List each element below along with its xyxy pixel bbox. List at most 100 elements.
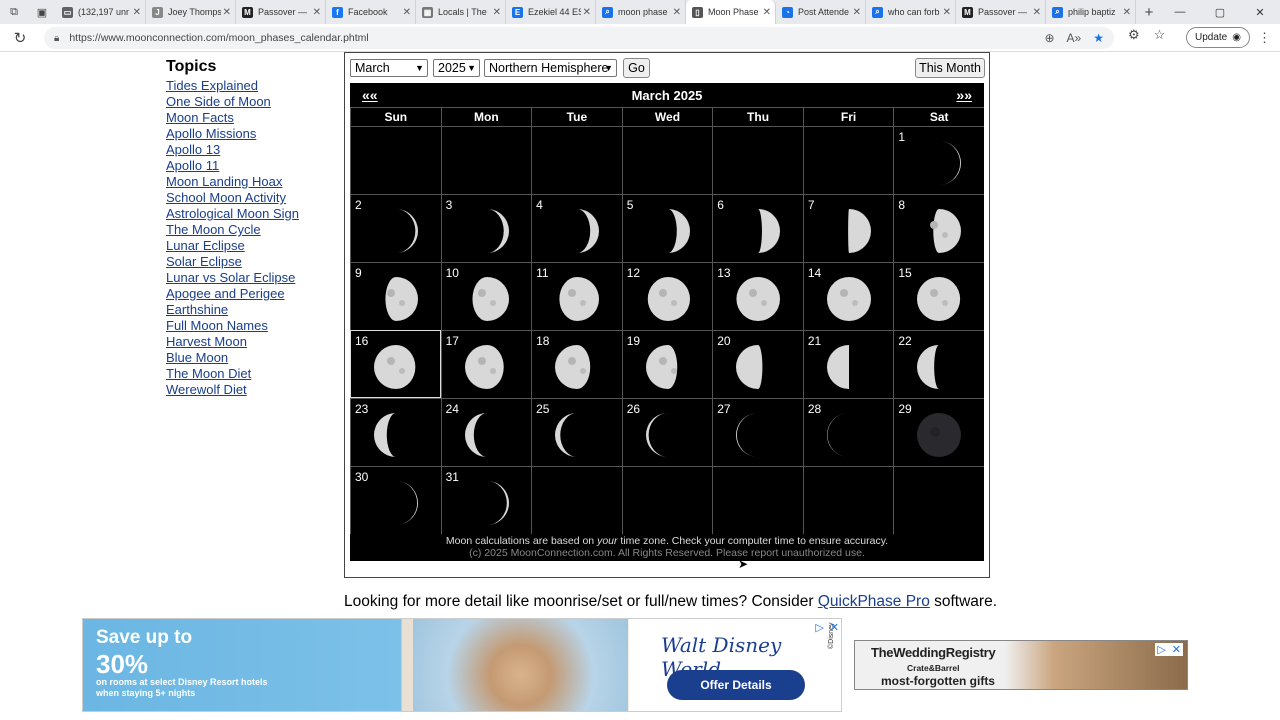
tab-favicon-icon: ⌕ xyxy=(1052,6,1063,18)
wedding-registry-ad[interactable]: TheWeddingRegistry Crate&Barrel most-for… xyxy=(854,640,1188,690)
topic-link[interactable]: Full Moon Names xyxy=(166,318,336,334)
browser-tab[interactable]: M Passover — ✕ xyxy=(236,0,326,24)
ad-fineprint-line: when staying 5+ nights xyxy=(96,688,196,698)
zoom-icon[interactable]: ⊕ xyxy=(1044,31,1054,45)
quickphase-link[interactable]: QuickPhase Pro xyxy=(818,593,930,610)
tab-actions-icon[interactable]: ▣ xyxy=(28,0,56,24)
close-tab-icon[interactable]: ✕ xyxy=(493,7,501,18)
update-button[interactable]: Update ◉ xyxy=(1186,27,1250,48)
minimize-icon[interactable]: — xyxy=(1160,6,1200,18)
go-button[interactable]: Go xyxy=(623,58,650,78)
next-month-link[interactable]: »» xyxy=(956,87,972,103)
topic-link[interactable]: Astrological Moon Sign xyxy=(166,206,336,222)
topic-link[interactable]: The Moon Cycle xyxy=(166,222,336,238)
menu-icon[interactable]: ⋮ xyxy=(1258,30,1271,46)
disney-ad-banner[interactable]: Save up to 30% on rooms at select Disney… xyxy=(82,618,842,712)
close-tab-icon[interactable]: ✕ xyxy=(133,7,141,18)
browser-tab[interactable]: ▭ (132,197 unr ✕ xyxy=(56,0,146,24)
lock-icon[interactable]: 🔒︎ xyxy=(54,33,59,44)
close-tab-icon[interactable]: ✕ xyxy=(943,7,951,18)
topic-link[interactable]: Apollo Missions xyxy=(166,126,336,142)
topic-link[interactable]: Apollo 11 xyxy=(166,158,336,174)
close-tab-icon[interactable]: ✕ xyxy=(853,7,861,18)
close-tab-icon[interactable]: ✕ xyxy=(1123,7,1131,18)
favorite-star-icon[interactable]: ★ xyxy=(1093,31,1104,45)
topic-link[interactable]: Earthshine xyxy=(166,302,336,318)
browser-tab[interactable]: ⌕ who can forb ✕ xyxy=(866,0,956,24)
reload-icon[interactable]: ↻ xyxy=(0,29,40,47)
topic-link[interactable]: Blue Moon xyxy=(166,350,336,366)
browser-tab[interactable]: ▦ Locals | The ✕ xyxy=(416,0,506,24)
topic-link[interactable]: Moon Landing Hoax xyxy=(166,174,336,190)
calendar-day-cell: 12 xyxy=(621,262,713,330)
read-aloud-icon[interactable]: A» xyxy=(1067,31,1082,45)
close-tab-icon[interactable]: ✕ xyxy=(583,7,591,18)
accuracy-note: Moon calculations are based on your time… xyxy=(445,535,889,547)
this-month-button[interactable]: This Month xyxy=(915,58,985,78)
profile-icon: ◉ xyxy=(1232,32,1241,43)
tab-favicon-icon: E xyxy=(512,6,523,18)
moon-phase-icon xyxy=(374,209,418,253)
close-tab-icon[interactable]: ✕ xyxy=(313,7,321,18)
weekday-label: Fri xyxy=(802,107,894,127)
browser-tab[interactable]: f Facebook ✕ xyxy=(326,0,416,24)
calendar-day-cell xyxy=(440,126,532,194)
extensions-icon[interactable]: ⚙ xyxy=(1128,27,1140,43)
close-tab-icon[interactable]: ✕ xyxy=(673,7,681,18)
tab-favicon-icon: ▯ xyxy=(692,6,703,18)
browser-tab[interactable]: ▯ Moon Phase ✕ xyxy=(686,0,776,24)
favorites-icon[interactable]: ☆ xyxy=(1154,27,1166,43)
tab-favicon-icon: ⌕ xyxy=(872,6,883,18)
day-number: 29 xyxy=(898,402,912,416)
topic-link[interactable]: Moon Facts xyxy=(166,110,336,126)
calendar-day-cell xyxy=(802,126,894,194)
topic-link[interactable]: School Moon Activity xyxy=(166,190,336,206)
browser-tab[interactable]: ⌕ moon phase ✕ xyxy=(596,0,686,24)
close-tab-icon[interactable]: ✕ xyxy=(403,7,411,18)
close-tab-icon[interactable]: ✕ xyxy=(763,7,771,18)
browser-tab[interactable]: ⌕ philip baptiz ✕ xyxy=(1046,0,1136,24)
adchoices-icon[interactable]: ▷ xyxy=(815,621,823,634)
topic-link[interactable]: Lunar vs Solar Eclipse xyxy=(166,270,336,286)
address-bar[interactable]: 🔒︎ https://www.moonconnection.com/moon_p… xyxy=(44,27,1114,49)
topic-link[interactable]: One Side of Moon xyxy=(166,94,336,110)
calendar-day-cell: 17 xyxy=(440,330,532,398)
hemisphere-select[interactable]: Northern Hemisphere ▼ xyxy=(484,59,617,77)
maximize-icon[interactable]: ▢ xyxy=(1200,6,1240,19)
browser-tab[interactable]: J Joey Thomps ✕ xyxy=(146,0,236,24)
topic-link[interactable]: Apollo 13 xyxy=(166,142,336,158)
moon-phase-icon xyxy=(464,209,509,253)
close-ad-icon[interactable]: ✕ xyxy=(1172,643,1181,656)
topic-link[interactable]: The Moon Diet xyxy=(166,366,336,382)
day-number: 17 xyxy=(445,334,459,348)
calendar-day-cell: 1 xyxy=(893,126,984,194)
ad-headline: Save up to xyxy=(96,627,193,648)
new-tab-button[interactable]: + xyxy=(1136,4,1162,21)
moon-phase-icon xyxy=(555,413,600,457)
browser-tab[interactable]: E Ezekiel 44 ES ✕ xyxy=(506,0,596,24)
registry-tagline: most-forgotten gifts xyxy=(881,674,995,688)
year-select[interactable]: 2025 ▼ xyxy=(433,59,480,77)
browser-tab[interactable]: M Passover — ✕ xyxy=(956,0,1046,24)
close-ad-icon[interactable]: ✕ xyxy=(830,621,839,634)
calendar-day-cell: 6 xyxy=(712,194,803,262)
topic-link[interactable]: Harvest Moon xyxy=(166,334,336,350)
topic-link[interactable]: Solar Eclipse xyxy=(166,254,336,270)
topic-link[interactable]: Apogee and Perigee xyxy=(166,286,336,302)
close-tab-icon[interactable]: ✕ xyxy=(1033,7,1041,18)
workspaces-icon[interactable]: ⧉ xyxy=(0,0,28,24)
topic-link[interactable]: Lunar Eclipse xyxy=(166,238,336,254)
browser-tab[interactable]: ◔ Post Attende ✕ xyxy=(776,0,866,24)
tab-label: Ezekiel 44 ES xyxy=(528,7,581,17)
adchoices-icon[interactable]: ▷ xyxy=(1157,643,1165,656)
close-tab-icon[interactable]: ✕ xyxy=(223,7,231,18)
close-window-icon[interactable]: ✕ xyxy=(1240,6,1280,19)
month-select[interactable]: March ▼ xyxy=(350,59,428,77)
topic-link[interactable]: Werewolf Diet xyxy=(166,382,336,398)
previous-month-link[interactable]: «« xyxy=(362,87,378,103)
topic-link[interactable]: Tides Explained xyxy=(166,78,336,94)
ad-fineprint-line: on rooms at select Disney Resort hotels xyxy=(96,677,268,687)
moon-phase-icon xyxy=(464,481,509,525)
tab-favicon-icon: f xyxy=(332,6,343,18)
offer-details-button[interactable]: Offer Details xyxy=(667,670,805,700)
